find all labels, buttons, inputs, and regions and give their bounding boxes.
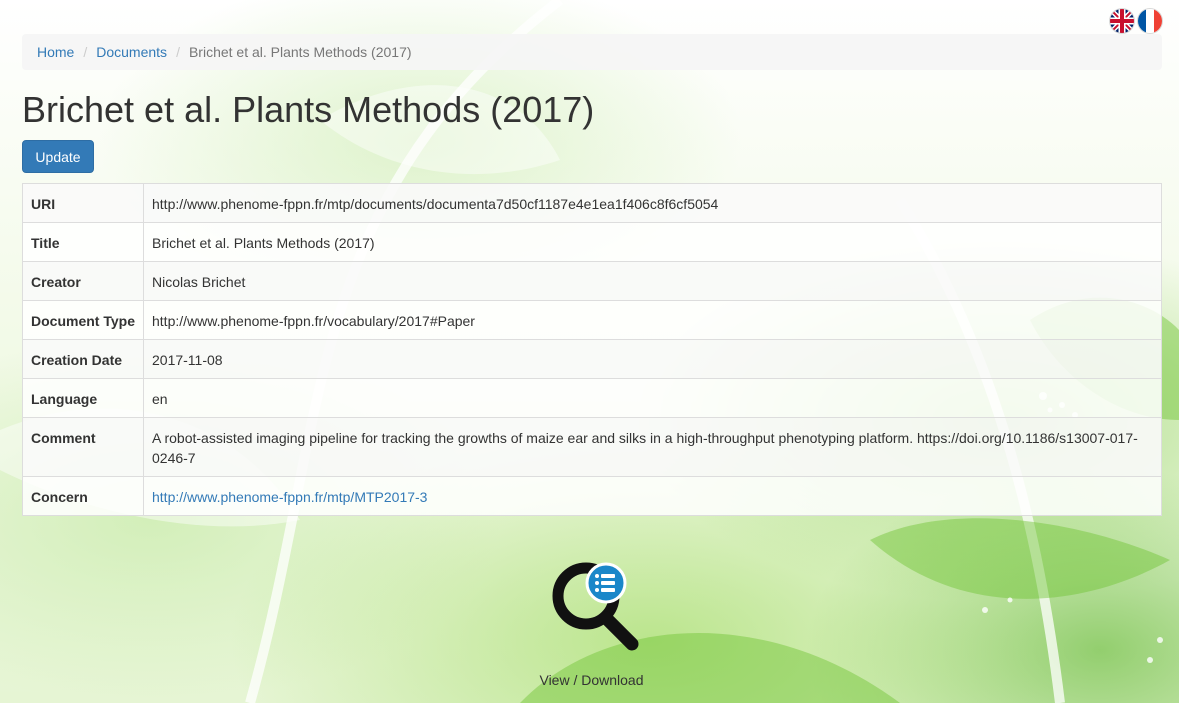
magnifier-list-icon xyxy=(552,562,638,651)
table-row: Title Brichet et al. Plants Methods (201… xyxy=(22,222,1162,262)
creation-date-label: Creation Date xyxy=(22,339,144,379)
page-title: Brichet et al. Plants Methods (2017) xyxy=(22,89,595,130)
uri-value: http://www.phenome-fppn.fr/mtp/documents… xyxy=(143,183,1162,223)
creator-value: Nicolas Brichet xyxy=(143,261,1162,301)
document-type-value: http://www.phenome-fppn.fr/vocabulary/20… xyxy=(143,300,1162,340)
comment-label: Comment xyxy=(22,417,144,477)
concern-label: Concern xyxy=(22,476,144,516)
breadcrumb-documents-link[interactable]: Documents xyxy=(96,44,167,60)
table-row: URI http://www.phenome-fppn.fr/mtp/docum… xyxy=(22,183,1162,223)
title-label: Title xyxy=(22,222,144,262)
language-label: Language xyxy=(22,378,144,418)
table-row: Creator Nicolas Brichet xyxy=(22,261,1162,301)
table-row: Document Type http://www.phenome-fppn.fr… xyxy=(22,300,1162,340)
table-row: Concern http://www.phenome-fppn.fr/mtp/M… xyxy=(22,476,1162,516)
language-value: en xyxy=(143,378,1162,418)
table-row: Creation Date 2017-11-08 xyxy=(22,339,1162,379)
comment-value: A robot-assisted imaging pipeline for tr… xyxy=(143,417,1162,477)
breadcrumb: Home / Documents / Brichet et al. Plants… xyxy=(22,34,1162,70)
uri-label: URI xyxy=(22,183,144,223)
breadcrumb-separator: / xyxy=(83,44,88,60)
breadcrumb-separator: / xyxy=(176,44,180,60)
title-value: Brichet et al. Plants Methods (2017) xyxy=(143,222,1162,262)
document-detail-table: URI http://www.phenome-fppn.fr/mtp/docum… xyxy=(22,183,1162,516)
creator-label: Creator xyxy=(22,261,144,301)
table-row: Language en xyxy=(22,378,1162,418)
view-download-button[interactable]: View / Download xyxy=(520,552,663,688)
document-type-label: Document Type xyxy=(22,300,144,340)
breadcrumb-home-link[interactable]: Home xyxy=(37,44,74,60)
breadcrumb-current: Brichet et al. Plants Methods (2017) xyxy=(188,44,412,60)
france-flag-icon[interactable] xyxy=(1138,9,1162,33)
view-download-label: View / Download xyxy=(539,672,644,688)
creation-date-value: 2017-11-08 xyxy=(143,339,1162,379)
concern-cell: http://www.phenome-fppn.fr/mtp/MTP2017-3 xyxy=(143,476,1162,516)
concern-link[interactable]: http://www.phenome-fppn.fr/mtp/MTP2017-3 xyxy=(152,489,427,505)
uk-flag-icon[interactable] xyxy=(1110,9,1134,33)
update-button[interactable]: Update xyxy=(22,140,94,173)
table-row: Comment A robot-assisted imaging pipelin… xyxy=(22,417,1162,477)
